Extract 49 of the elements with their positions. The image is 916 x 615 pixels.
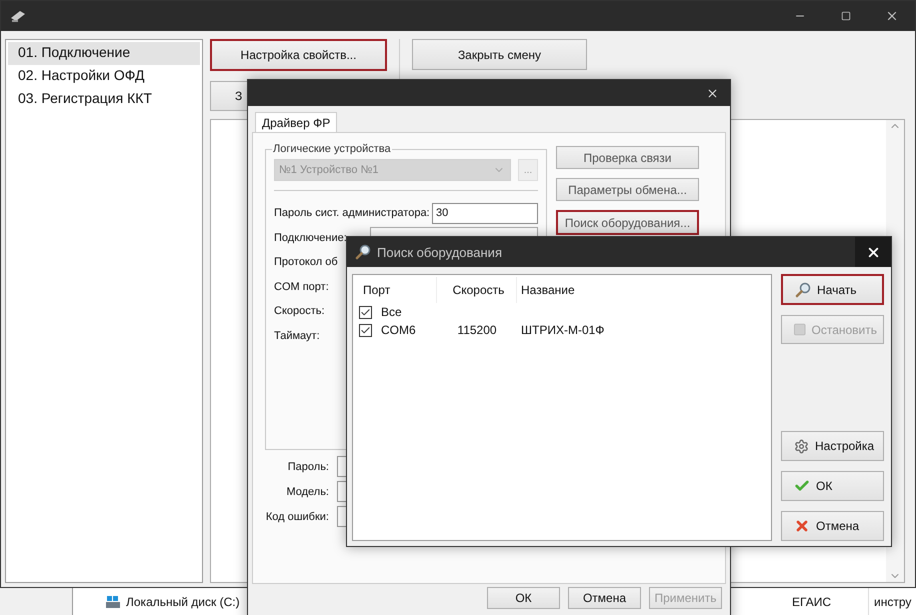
dialog-button[interactable]: Отмена: [568, 587, 641, 609]
field-label: Скорость:: [274, 305, 325, 318]
column-header[interactable]: Скорость: [437, 277, 517, 303]
section-item[interactable]: 03. Регистрация ККТ: [8, 88, 200, 111]
row-checkbox[interactable]: [359, 306, 372, 318]
section-item[interactable]: 01. Подключение: [8, 42, 200, 65]
dialog-title: Поиск оборудования: [377, 244, 502, 260]
dialog-button[interactable]: Настройка: [781, 431, 884, 461]
status-label: Пароль:: [286, 460, 329, 472]
field-label: Пароль сист. администратора:: [274, 207, 430, 220]
app-icon: [10, 9, 26, 23]
action-button[interactable]: Поиск оборудования...: [556, 210, 699, 235]
port-cell-text: COM6: [380, 323, 416, 337]
field-label: Протокол об: [274, 256, 338, 268]
dialog-button[interactable]: ОК: [487, 587, 560, 609]
settings-icon: [794, 438, 809, 454]
column-header[interactable]: Порт: [359, 277, 437, 303]
status-label: Модель:: [285, 486, 329, 498]
field-label: Таймаут:: [274, 330, 320, 342]
toolbar-button[interactable]: Настройка свойств...: [210, 39, 387, 71]
dialog-button[interactable]: Отмена: [781, 511, 884, 541]
close-icon: [885, 9, 899, 23]
dialog-button[interactable]: ОК: [781, 471, 884, 501]
tab[interactable]: Драйвер ФР: [255, 112, 338, 132]
action-button[interactable]: Параметры обмена...: [556, 178, 699, 201]
search-icon: [355, 244, 371, 260]
cross-icon: [794, 518, 810, 534]
search-button[interactable]: Начать: [781, 274, 884, 305]
search-icon: [795, 282, 811, 298]
row-checkbox[interactable]: [359, 324, 372, 336]
stop-icon: [794, 323, 806, 336]
close-icon: [706, 86, 718, 100]
speed-cell-text: 115200: [456, 323, 498, 337]
action-button[interactable]: Проверка связи: [556, 146, 699, 169]
field-label: COM порт:: [274, 280, 329, 293]
maximize-icon: [841, 11, 851, 21]
name-cell-text: ШТРИХ-М-01Ф: [520, 323, 606, 337]
status-label: Код ошибки:: [265, 510, 329, 522]
section-item[interactable]: 02. Настройки ОФД: [8, 65, 200, 88]
file-cell-text: ЕГАИС: [791, 594, 832, 610]
drive-icon: [105, 594, 121, 608]
port-cell-text: Все: [380, 305, 402, 319]
drive-label: Локальный диск (C:): [126, 594, 240, 608]
column-header[interactable]: Название: [517, 277, 765, 303]
toolbar-button[interactable]: Закрыть смену: [412, 39, 587, 70]
group-title: Логические устройства: [272, 143, 392, 155]
password-input[interactable]: 30: [432, 202, 538, 224]
field-label: Подключение:: [274, 232, 347, 244]
close-button[interactable]: [855, 237, 891, 267]
